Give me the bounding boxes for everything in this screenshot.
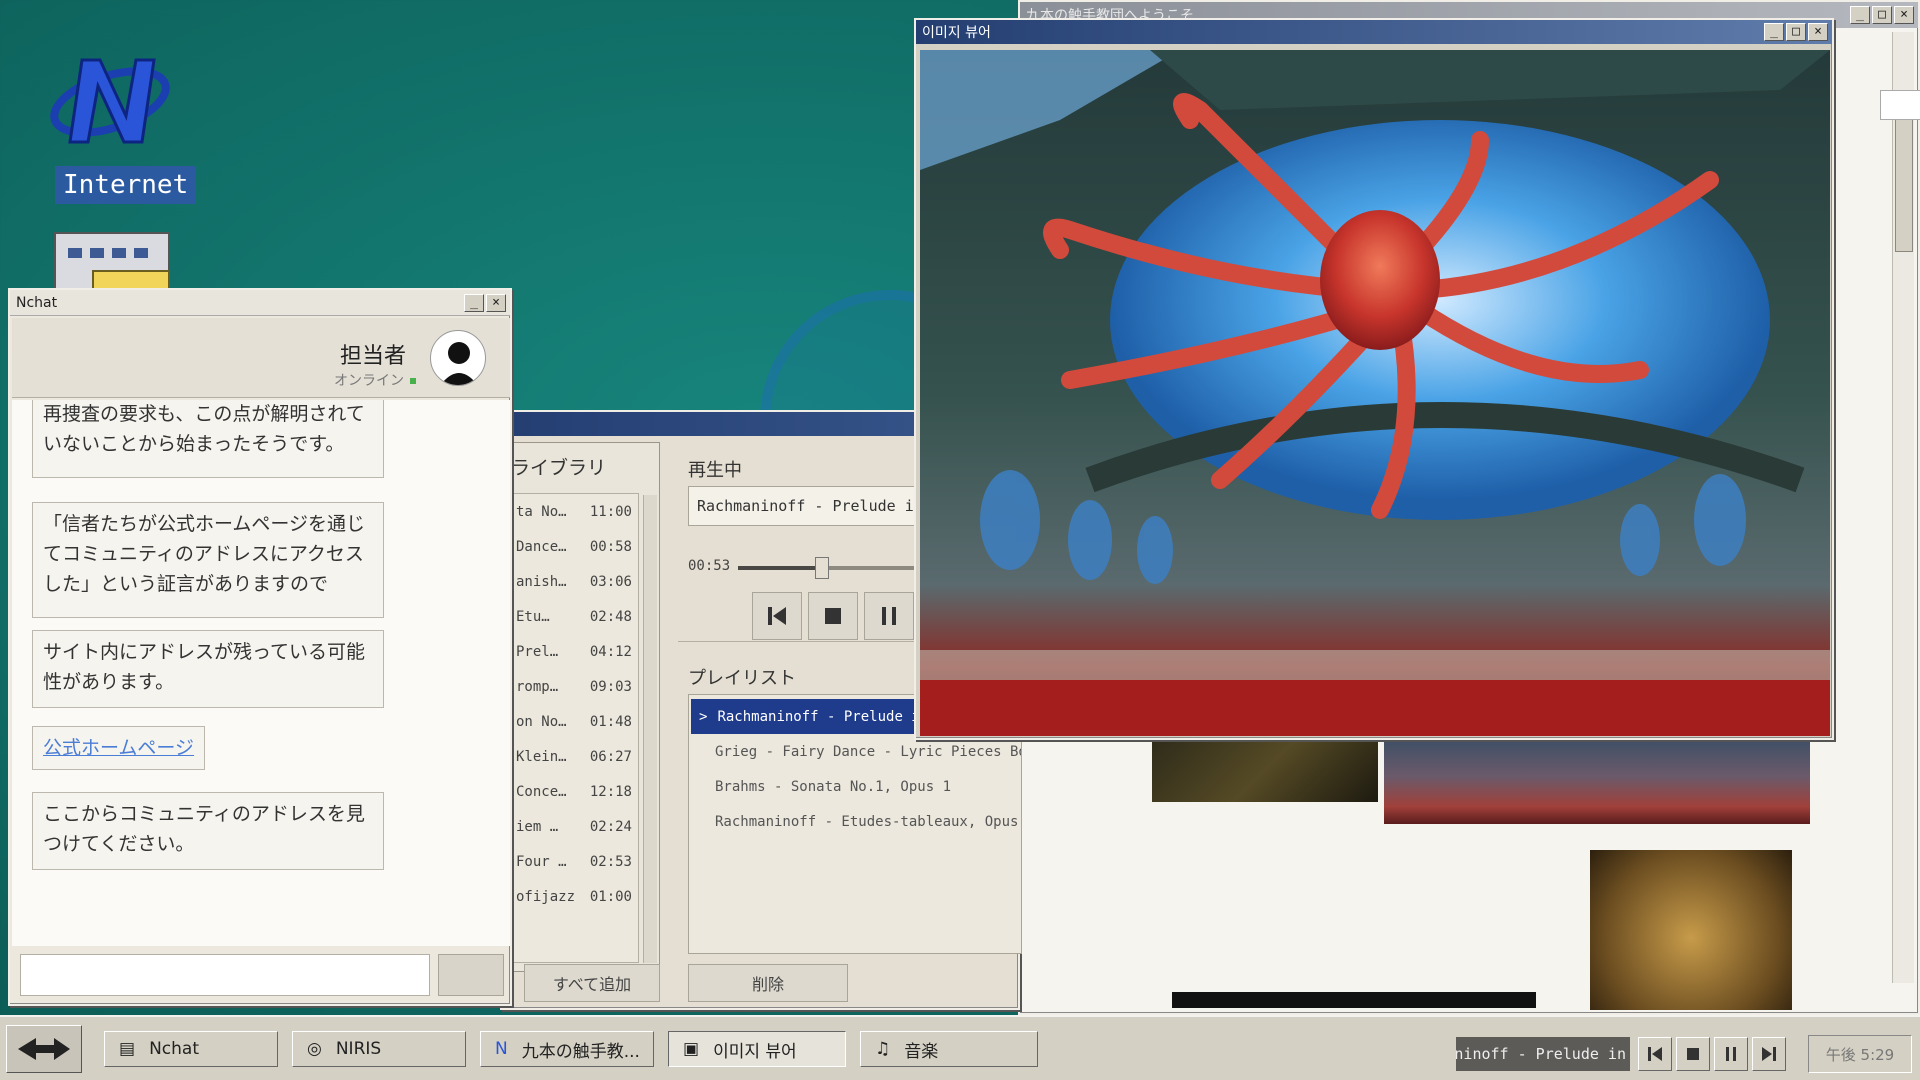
seek-handle[interactable] [815,557,829,579]
image-viewer-titlebar[interactable]: 이미지 뷰어 _ □ × [916,20,1832,44]
taskbar-item-image-viewer[interactable]: ▣ 이미지 뷰어 [668,1031,846,1067]
stop-icon[interactable] [808,592,858,640]
library-item[interactable]: iem … 02:24 [512,809,638,844]
chat-message: 再捜査の要求も、この点が解明されていないことから始まったそうです。 [32,400,384,478]
agent-name: 担当者 [339,344,406,369]
chat-window[interactable]: Nchat _ × 担当者 オンライン 再捜査の要求も、この点が解明されていない… [8,288,512,1006]
tray-now-playing: Rachmaninoff - Prelude in [1456,1037,1630,1071]
taskbar-item-nchat[interactable]: ▤ Nchat [104,1031,278,1067]
library-item[interactable]: Conce… 12:18 [512,774,638,809]
start-icon [18,1038,70,1060]
homepage-link[interactable]: 公式ホームページ [32,726,206,770]
page-image [1590,850,1792,1010]
chat-titlebar[interactable]: Nchat _ × [10,290,510,316]
internet-icon: N [495,1039,508,1059]
next-track-icon[interactable] [1752,1037,1786,1071]
octopus-cathedral-image [920,50,1830,736]
now-playing-heading: 再生中 [688,460,742,481]
close-icon[interactable]: × [1808,23,1828,41]
add-all-button[interactable]: すべて追加 [524,964,660,1002]
internet-icon[interactable] [48,52,172,150]
chat-title: Nchat [16,294,58,311]
library-item[interactable]: romp… 09:03 [512,669,638,704]
chevron-right-icon: > [699,708,708,725]
library-item[interactable]: ofijazz 01:00 [512,879,638,914]
library-item[interactable]: Etu… 02:48 [512,599,638,634]
browser-field[interactable] [1880,90,1920,120]
minimize-icon[interactable]: _ [1850,6,1870,24]
computer-icon[interactable] [54,232,170,294]
chat-messages[interactable]: 再捜査の要求も、この点が解明されていないことから始まったそうです。 「信者たちが… [12,400,510,946]
avatar [430,330,486,386]
chat-header: 担当者 オンライン [12,318,510,398]
library-scrollbar[interactable] [643,495,657,963]
pause-icon[interactable] [1714,1037,1748,1071]
image-viewer-title: 이미지 뷰어 [922,25,991,41]
library-item[interactable]: on No… 01:48 [512,704,638,739]
close-icon[interactable]: × [1894,6,1914,24]
taskbar: ▤Nchat ◎NIRIS N九本の触手教... ▣이미지 뷰어 ♫音楽 Rac… [0,1015,1920,1080]
playlist-item[interactable]: Brahms - Sonata No.1, Opus 1 [689,769,1021,804]
start-button[interactable] [6,1025,82,1073]
library-item[interactable]: Klein… 06:27 [512,739,638,774]
maximize-icon[interactable]: □ [1786,23,1806,41]
chat-input[interactable] [20,954,430,996]
chat-message: 「信者たちが公式ホームページを通じてコミュニティのアドレスにアクセスした」という… [32,502,384,618]
previous-track-icon[interactable] [752,592,802,640]
library-item[interactable]: Prel… 04:12 [512,634,638,669]
browser-scrollbar[interactable] [1892,32,1914,983]
playlist-heading: プレイリスト [688,668,796,689]
minimize-icon[interactable]: _ [1764,23,1784,41]
niris-icon: ◎ [307,1039,322,1059]
minimize-icon[interactable]: _ [464,293,484,312]
maximize-icon[interactable]: □ [1872,6,1892,24]
library-item[interactable]: Dance… 00:58 [512,529,638,564]
image-viewer-icon: ▣ [683,1039,700,1059]
library-list[interactable]: ta No… 11:00 Dance… 00:58 anish… 03:06 Etu…… [511,493,639,963]
page-image [1384,738,1810,824]
taskbar-item-music[interactable]: ♫ 音楽 [860,1031,1038,1067]
image-viewer-window[interactable]: 이미지 뷰어 _ □ × [914,18,1834,740]
previous-track-icon[interactable] [1638,1037,1672,1071]
clock: 午後 5:29 [1808,1035,1912,1073]
library-item[interactable]: Four … 02:53 [512,844,638,879]
library-item[interactable]: ta No… 11:00 [512,494,638,529]
send-button[interactable] [438,954,504,996]
stop-icon[interactable] [1676,1037,1710,1071]
pause-icon[interactable] [864,592,914,640]
playlist-item[interactable]: Rachmaninoff - Etudes-tableaux, Opus 3 [689,804,1021,839]
taskbar-item-niris[interactable]: ◎ NIRIS [292,1031,466,1067]
close-icon[interactable]: × [486,293,506,312]
library-panel: ライブラリ ta No… 11:00 Dance… 00:58 anish… 03:0… [510,442,660,972]
chat-message: サイト内にアドレスが残っている可能性があります。 [32,630,384,708]
taskbar-item-browser[interactable]: N 九本の触手教... [480,1031,654,1067]
chat-message: ここからコミュニティのアドレスを見つけてください。 [32,792,384,870]
page-image [1152,738,1378,802]
page-banner [1172,992,1536,1008]
library-heading: ライブラリ [511,457,607,479]
chat-icon: ▤ [119,1039,136,1059]
library-item[interactable]: anish… 03:06 [512,564,638,599]
music-icon: ♫ [875,1039,891,1059]
agent-status: オンライン [334,370,416,390]
online-dot-icon [410,378,416,384]
elapsed-time: 00:53 [688,558,731,574]
delete-button[interactable]: 削除 [688,964,848,1002]
internet-icon-label[interactable]: Internet [55,166,197,204]
